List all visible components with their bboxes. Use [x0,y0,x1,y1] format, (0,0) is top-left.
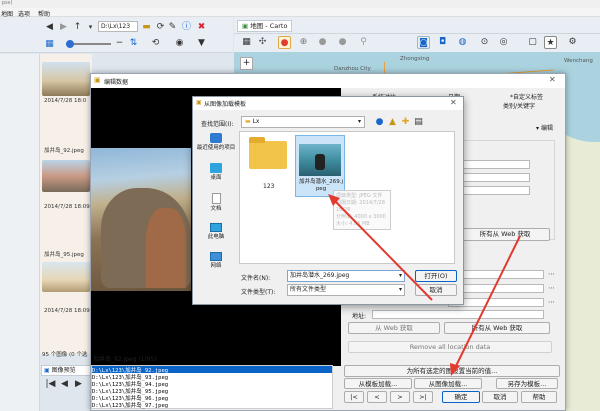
arrow-to-image [333,199,433,301]
annotation-arrows [328,194,521,376]
arrow-to-load-button [454,235,521,369]
arrow-to-load-button-head [450,363,460,376]
